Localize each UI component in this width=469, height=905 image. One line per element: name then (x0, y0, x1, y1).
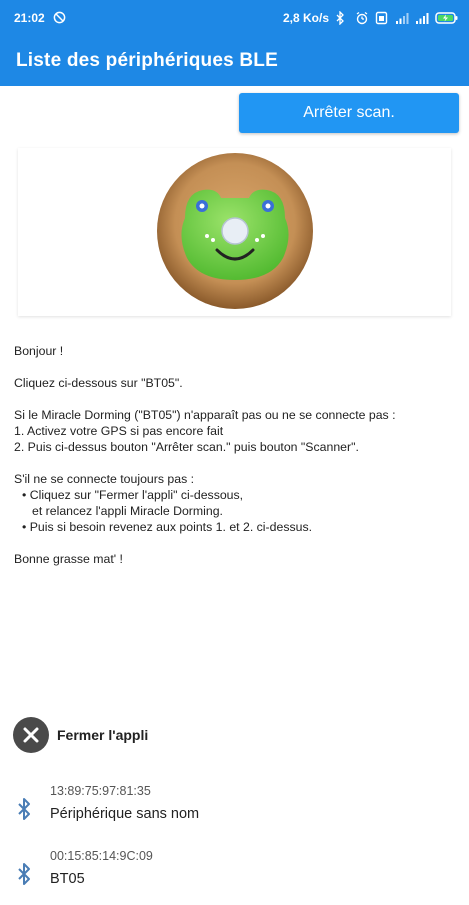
bullet-1: • Cliquez sur "Fermer l'appli" ci-dessou… (22, 488, 244, 502)
close-icon[interactable] (13, 717, 49, 753)
device-name: BT05 (50, 871, 85, 887)
bluetooth-status-icon (335, 10, 349, 26)
close-app-button[interactable]: Fermer l'appli (13, 717, 148, 753)
device-address: 13:89:75:97:81:35 (50, 784, 151, 798)
still-not-connected: S'il ne se connecte toujours pas : (14, 472, 195, 486)
network-speed: 2,8 Ko/s (282, 11, 329, 25)
instruction: Cliquez ci-dessous sur "BT05". (14, 376, 183, 390)
device-name: Périphérique sans nom (50, 806, 200, 822)
device-list-item[interactable]: 00:15:85:14:9C:09 BT05 (0, 849, 469, 905)
product-image-card (18, 148, 451, 316)
bluetooth-icon (16, 797, 32, 826)
closing: Bonne grasse mat' ! (14, 552, 123, 566)
page-title: Liste des périphériques BLE (16, 50, 278, 71)
notification-blocked-icon (53, 11, 67, 25)
app-bar: Liste des périphériques BLE (0, 36, 469, 86)
status-left: 21:02 (14, 11, 67, 25)
stop-scan-button[interactable]: Arrêter scan. (239, 93, 459, 133)
if-not-visible: Si le Miracle Dorming ("BT05") n'apparaî… (14, 408, 396, 422)
step-2: 2. Puis ci-dessus bouton "Arrêter scan."… (14, 440, 359, 454)
bullet-2: • Puis si besoin revenez aux points 1. e… (22, 520, 313, 534)
greeting: Bonjour ! (14, 344, 64, 358)
close-app-label: Fermer l'appli (57, 727, 149, 743)
status-bar: 21:02 2,8 Ko/s (0, 0, 469, 36)
wifi-icon (415, 11, 429, 25)
signal-icon (395, 11, 409, 25)
instructions-text: Bonjour ! Cliquez ci-dessous sur "BT05".… (14, 343, 454, 567)
battery-charging-icon (435, 11, 459, 25)
alarm-icon (355, 11, 369, 25)
device-address: 00:15:85:14:9C:09 (50, 849, 153, 863)
sim-icon (375, 11, 389, 25)
device-list-item[interactable]: 13:89:75:97:81:35 Périphérique sans nom (0, 784, 469, 840)
status-time: 21:02 (14, 11, 45, 25)
status-right: 2,8 Ko/s (282, 10, 459, 26)
frog-nightlight-image (157, 153, 313, 309)
bluetooth-icon (16, 862, 32, 891)
step-1: 1. Activez votre GPS si pas encore fait (14, 424, 224, 438)
bullet-1-continued: et relancez l'appli Miracle Dorming. (32, 504, 223, 518)
